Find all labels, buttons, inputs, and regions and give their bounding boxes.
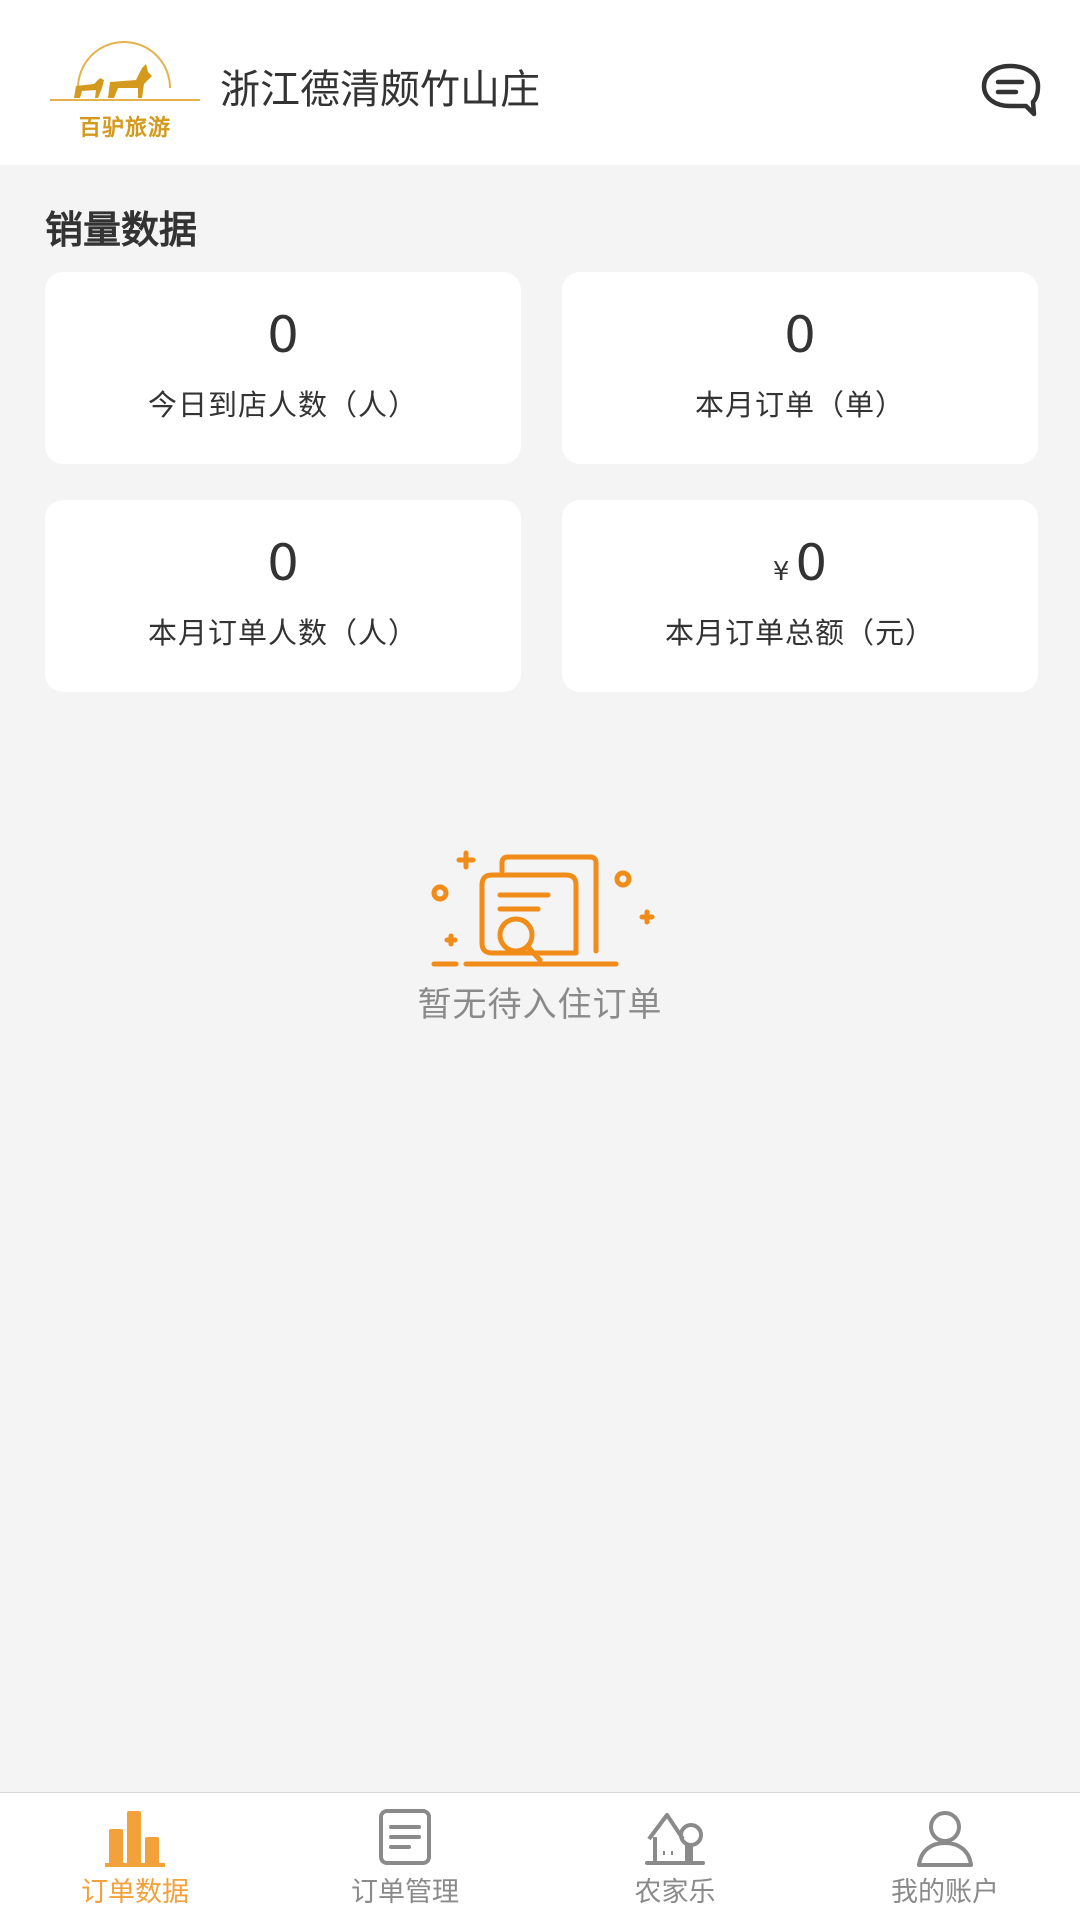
bar-chart-icon — [105, 1811, 165, 1867]
empty-state-text: 暂无待入住订单 — [417, 985, 663, 1025]
stat-card-today-visitors[interactable]: 0 今日到店人数（人） — [45, 272, 521, 464]
tab-order-data[interactable]: 订单数据 — [0, 1793, 270, 1921]
logo-text: 百驴旅游 — [78, 116, 171, 141]
tab-label: 订单管理 — [351, 1877, 459, 1908]
section-title: 销量数据 — [45, 208, 198, 252]
stat-value: 0 — [267, 534, 299, 592]
tab-label: 订单数据 — [81, 1877, 189, 1908]
document-search-icon — [431, 850, 655, 967]
page-title: 浙江德清颇竹山庄 — [220, 67, 540, 113]
stat-label: 本月订单（单） — [694, 388, 905, 422]
stat-card-month-orders[interactable]: 0 本月订单（单） — [562, 272, 1038, 464]
stat-card-month-order-total[interactable]: ¥0 本月订单总额（元） — [562, 500, 1038, 692]
chat-bubble-icon — [981, 63, 1041, 117]
tab-order-management[interactable]: 订单管理 — [270, 1793, 540, 1921]
tab-label: 我的账户 — [891, 1877, 999, 1908]
tab-label: 农家乐 — [634, 1877, 716, 1908]
stat-value: 0 — [267, 306, 299, 364]
document-list-icon — [379, 1809, 431, 1865]
message-button[interactable] — [978, 60, 1042, 120]
tab-farmstay[interactable]: 农家乐 — [540, 1793, 810, 1921]
user-icon — [917, 1811, 973, 1867]
stat-value: 0 — [795, 534, 828, 592]
tab-my-account[interactable]: 我的账户 — [810, 1793, 1080, 1921]
stat-label: 本月订单总额（元） — [664, 616, 935, 650]
stat-label: 今日到店人数（人） — [147, 388, 418, 422]
brand-logo: 百驴旅游 — [50, 38, 200, 143]
bottom-tab-bar: 订单数据 订单管理 农家乐 我的账户 — [0, 1792, 1080, 1921]
currency-symbol: ¥ — [772, 557, 790, 587]
app-header: 百驴旅游 浙江德清颇竹山庄 — [0, 0, 1080, 165]
house-tree-icon — [645, 1813, 705, 1865]
stat-value-wrapper: ¥0 — [562, 528, 1038, 607]
empty-state-illustration — [420, 845, 660, 975]
stat-label: 本月订单人数（人） — [147, 616, 418, 650]
stat-value: 0 — [784, 306, 816, 364]
stat-card-month-order-people[interactable]: 0 本月订单人数（人） — [45, 500, 521, 692]
